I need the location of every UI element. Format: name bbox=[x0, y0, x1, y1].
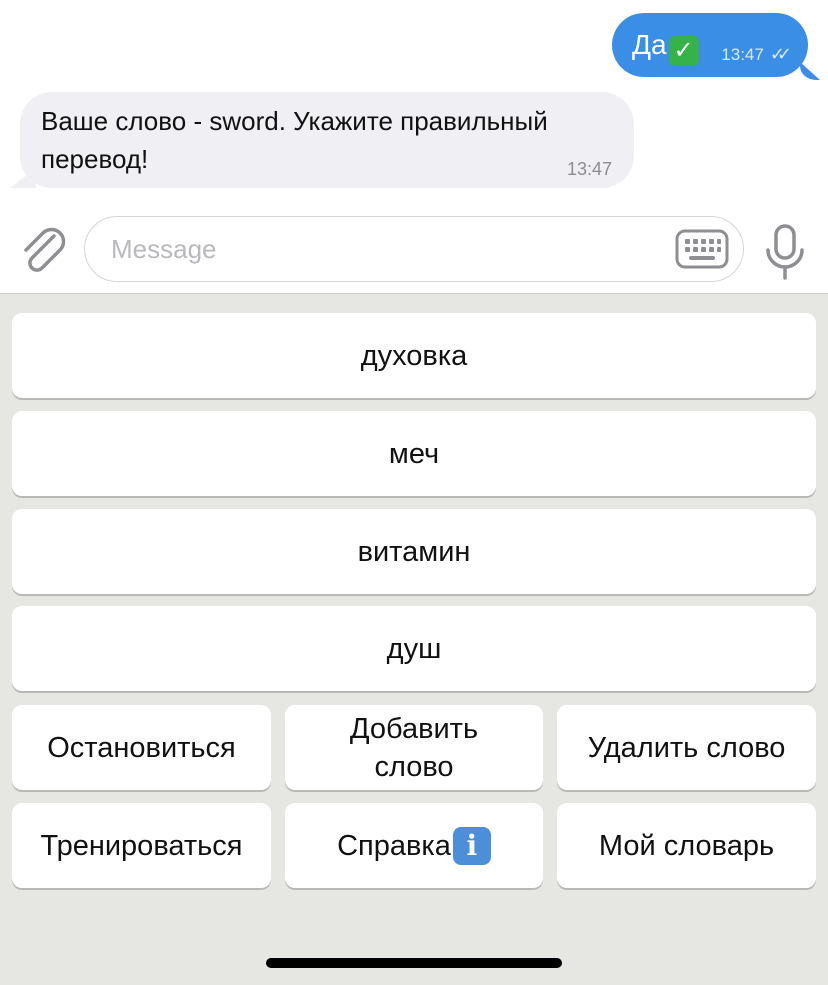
delete-word-button[interactable]: Удалить слово bbox=[557, 705, 816, 790]
option-button-2[interactable]: меч bbox=[12, 411, 816, 496]
reply-keyboard: духовка меч витамин душ Остановиться Доб… bbox=[0, 294, 828, 985]
microphone-icon[interactable] bbox=[762, 224, 808, 282]
train-label: Тренироваться bbox=[40, 829, 243, 862]
add-word-button[interactable]: Добавить слово bbox=[285, 705, 543, 790]
option-button-1[interactable]: духовка bbox=[12, 313, 816, 398]
incoming-text-line1: Ваше слово - sword. Укажите правильный bbox=[41, 106, 548, 136]
home-indicator[interactable] bbox=[266, 958, 562, 968]
incoming-text-line2: перевод! bbox=[41, 144, 149, 174]
option-button-4[interactable]: душ bbox=[12, 606, 816, 691]
my-dictionary-button[interactable]: Мой словарь bbox=[557, 803, 816, 888]
double-check-icon: ✓✓ bbox=[769, 44, 792, 64]
message-input[interactable]: Message bbox=[84, 216, 744, 282]
add-word-label: Добавить слово bbox=[349, 712, 479, 783]
incoming-message[interactable]: Ваше слово - sword. Укажите правильный п… bbox=[20, 92, 634, 188]
outgoing-message-text: Да ✓ bbox=[632, 28, 699, 66]
outgoing-text: Да bbox=[632, 29, 667, 60]
info-icon: i bbox=[452, 826, 491, 865]
paperclip-icon[interactable] bbox=[18, 224, 68, 278]
keyboard-icon[interactable] bbox=[675, 227, 729, 271]
outgoing-meta: 13:47 ✓✓ bbox=[721, 44, 792, 65]
chat-area: Да ✓ 13:47 ✓✓ Ваше слово - sword. Укажите… bbox=[0, 0, 828, 208]
message-placeholder: Message bbox=[111, 234, 217, 264]
help-button[interactable]: Справка i bbox=[285, 803, 543, 888]
outgoing-time: 13:47 bbox=[721, 44, 764, 64]
outgoing-bubble-tail bbox=[800, 62, 820, 80]
message-input-bar: Message bbox=[0, 208, 828, 294]
outgoing-message[interactable]: Да ✓ 13:47 ✓✓ bbox=[612, 13, 808, 77]
option-button-3[interactable]: витамин bbox=[12, 509, 816, 594]
stop-button[interactable]: Остановиться bbox=[12, 705, 271, 790]
check-mark-emoji-icon: ✓ bbox=[668, 36, 699, 66]
help-label: Справка bbox=[337, 829, 451, 862]
incoming-message-text: Ваше слово - sword. Укажите правильный п… bbox=[41, 102, 631, 178]
incoming-time: 13:47 bbox=[566, 159, 612, 179]
train-button[interactable]: Тренироваться bbox=[12, 803, 271, 888]
